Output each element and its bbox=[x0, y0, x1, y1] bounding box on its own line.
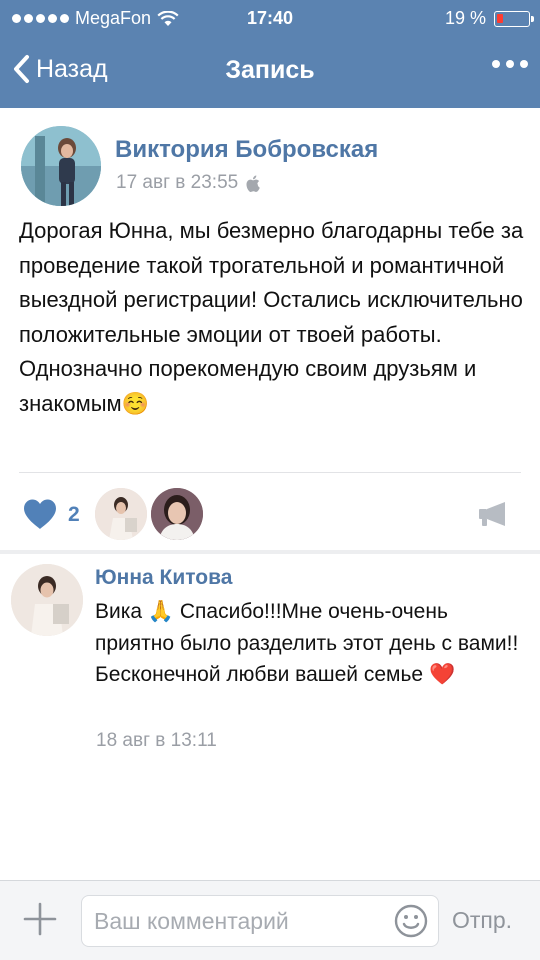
liker-avatar[interactable] bbox=[95, 488, 147, 540]
comment-input[interactable] bbox=[81, 895, 439, 947]
status-bar: MegaFon 17:40 19 % bbox=[0, 0, 540, 38]
post-card: Виктория Бобровская 17 авг в 23:55 Дорог… bbox=[0, 108, 540, 550]
likes-row: 2 bbox=[0, 484, 540, 544]
liker-photo bbox=[95, 488, 147, 540]
post-date: 17 авг в 23:55 bbox=[116, 172, 261, 194]
share-button[interactable] bbox=[477, 500, 509, 533]
emoji-button[interactable] bbox=[394, 904, 428, 943]
top-bar: MegaFon 17:40 19 % Назад Запись bbox=[0, 0, 540, 108]
battery-info: 19 % bbox=[444, 8, 534, 29]
section-separator bbox=[0, 550, 540, 554]
author-photo bbox=[21, 126, 101, 206]
page-title: Запись bbox=[225, 56, 315, 84]
more-button[interactable] bbox=[492, 60, 528, 68]
liker-avatar[interactable] bbox=[151, 488, 203, 540]
battery-level bbox=[497, 13, 503, 23]
heart-icon bbox=[24, 499, 56, 529]
apple-icon bbox=[246, 175, 261, 192]
comment-text: Вика 🙏 Спасибо!!!Мне очень-очень приятно… bbox=[95, 600, 519, 686]
like-count[interactable]: 2 bbox=[68, 503, 80, 527]
author-avatar[interactable] bbox=[21, 126, 101, 206]
megaphone-icon bbox=[479, 502, 505, 526]
comment-author-avatar[interactable] bbox=[11, 564, 83, 636]
like-button[interactable] bbox=[22, 498, 58, 535]
liker-photo bbox=[151, 488, 203, 540]
divider bbox=[19, 472, 521, 473]
comment-author-photo bbox=[11, 564, 83, 636]
plus-icon bbox=[23, 902, 57, 936]
more-dots-icon bbox=[492, 60, 500, 68]
post-text: Дорогая Юнна, мы безмерно благодарны теб… bbox=[19, 218, 524, 416]
battery-percent: 19 % bbox=[444, 8, 486, 28]
comment-date: 18 авг в 13:11 bbox=[96, 730, 217, 751]
post-author-name[interactable]: Виктория Бобровская bbox=[115, 136, 378, 164]
attach-button[interactable] bbox=[23, 902, 57, 941]
battery-icon bbox=[494, 10, 534, 27]
comment-author-name[interactable]: Юнна Китова bbox=[95, 566, 232, 590]
comment-composer: Отпр. bbox=[0, 880, 540, 960]
post-date-text: 17 авг в 23:55 bbox=[116, 172, 239, 193]
navigation-bar: Назад Запись bbox=[0, 38, 540, 108]
send-button[interactable]: Отпр. bbox=[452, 907, 512, 934]
smile-icon bbox=[394, 904, 428, 938]
